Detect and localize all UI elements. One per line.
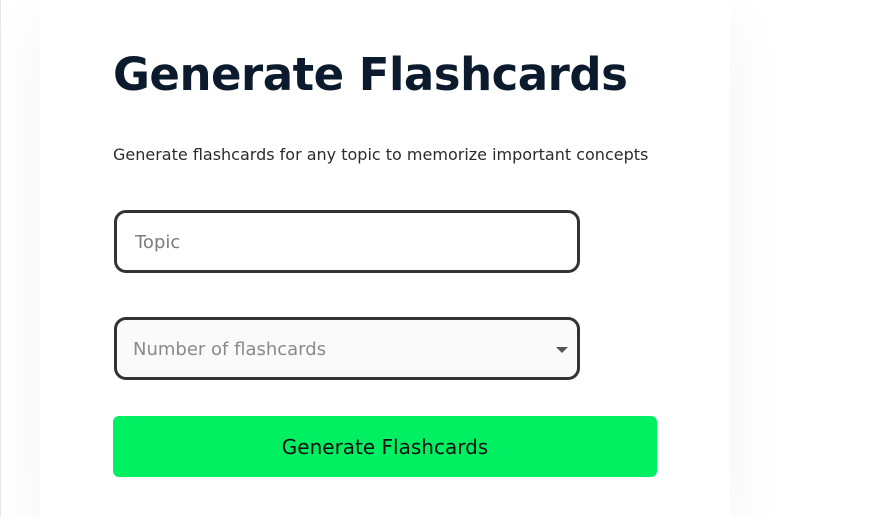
page-title: Generate Flashcards (113, 48, 628, 101)
flashcard-count-placeholder: Number of flashcards (133, 339, 327, 360)
flashcard-count-select[interactable]: Number of flashcards (114, 317, 580, 380)
topic-field[interactable] (114, 210, 580, 273)
topic-input[interactable] (133, 213, 557, 272)
chevron-down-icon[interactable] (556, 347, 568, 353)
page-subtitle: Generate flashcards for any topic to mem… (113, 145, 649, 164)
page-left-border (0, 0, 1, 517)
generate-flashcards-button[interactable]: Generate Flashcards (113, 416, 657, 477)
